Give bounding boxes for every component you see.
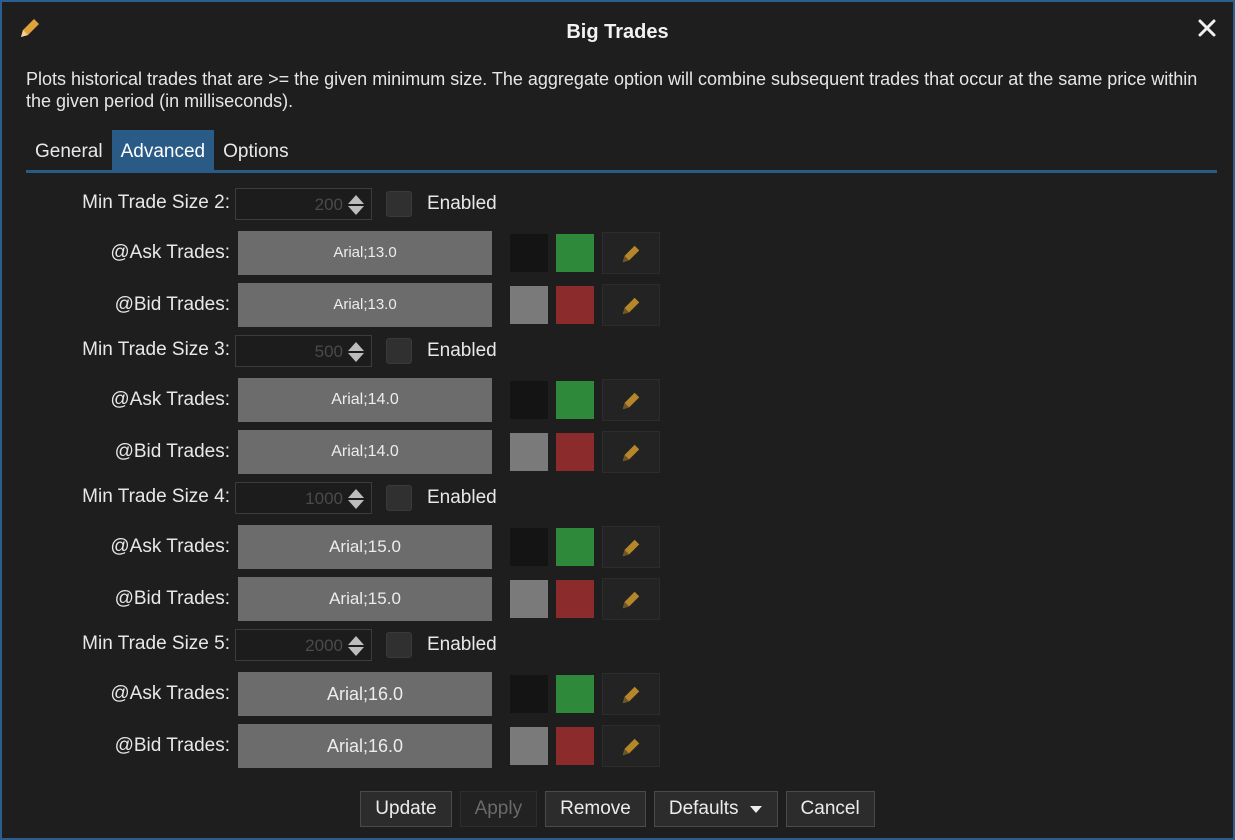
bid-font-selector[interactable]: Arial;15.0 [238, 577, 492, 621]
ask-edit-button[interactable] [602, 232, 660, 274]
enabled-checkbox[interactable] [386, 338, 412, 364]
bid-background-color-swatch[interactable] [510, 580, 548, 618]
min-trade-size-label: Min Trade Size 5: [82, 633, 230, 654]
min-trade-size-label: Min Trade Size 2: [82, 192, 230, 213]
pencil-icon [622, 444, 640, 462]
bid-background-color-swatch[interactable] [510, 433, 548, 471]
caret-down-icon [749, 806, 762, 813]
pencil-icon [622, 591, 640, 609]
ask-text-color-swatch[interactable] [556, 528, 594, 566]
bid-edit-button[interactable] [602, 578, 660, 620]
ask-trades-label: @Ask Trades: [110, 242, 230, 263]
bid-background-color-swatch[interactable] [510, 727, 548, 765]
tab-underline [26, 170, 1217, 173]
enabled-checkbox[interactable] [386, 191, 412, 217]
bid-font-selector[interactable]: Arial;16.0 [238, 724, 492, 768]
ask-edit-button[interactable] [602, 379, 660, 421]
ask-trades-label: @Ask Trades: [110, 389, 230, 410]
update-button[interactable]: Update [360, 791, 452, 827]
ask-text-color-swatch[interactable] [556, 381, 594, 419]
ask-font-selector[interactable]: Arial;14.0 [238, 378, 492, 422]
cancel-button[interactable]: Cancel [785, 791, 875, 827]
min-trade-size-value: 200 [314, 195, 343, 214]
tab-advanced[interactable]: Advanced [111, 130, 215, 172]
ask-edit-button[interactable] [602, 526, 660, 568]
min-trade-size-spinner[interactable]: 500 [235, 335, 372, 367]
pencil-icon [622, 297, 640, 315]
bid-text-color-swatch[interactable] [556, 727, 594, 765]
pencil-icon [622, 539, 640, 557]
bid-trades-label: @Bid Trades: [114, 441, 230, 462]
dialog-title: Big Trades [566, 21, 669, 43]
min-trade-size-value: 2000 [305, 636, 343, 655]
bid-text-color-swatch[interactable] [556, 286, 594, 324]
ask-text-color-swatch[interactable] [556, 675, 594, 713]
ask-background-color-swatch[interactable] [510, 528, 548, 566]
min-trade-size-label: Min Trade Size 4: [82, 486, 230, 507]
ask-background-color-swatch[interactable] [510, 675, 548, 713]
ask-text-color-swatch[interactable] [556, 234, 594, 272]
ask-trades-label: @Ask Trades: [110, 683, 230, 704]
bid-text-color-swatch[interactable] [556, 580, 594, 618]
up-down-arrows-icon[interactable] [347, 488, 365, 510]
up-down-arrows-icon[interactable] [347, 341, 365, 363]
bid-edit-button[interactable] [602, 431, 660, 473]
pencil-icon [622, 245, 640, 263]
pencil-icon [622, 392, 640, 410]
pencil-icon [622, 686, 640, 704]
up-down-arrows-icon[interactable] [347, 194, 365, 216]
bid-trades-label: @Bid Trades: [114, 588, 230, 609]
bid-background-color-swatch[interactable] [510, 286, 548, 324]
tab-options[interactable]: Options [214, 130, 297, 172]
bid-font-selector[interactable]: Arial;14.0 [238, 430, 492, 474]
defaults-button[interactable]: Defaults [653, 791, 778, 827]
big-trades-dialog: Big Trades Plots historical trades that … [0, 0, 1235, 840]
enabled-checkbox[interactable] [386, 632, 412, 658]
enabled-label: Enabled [427, 634, 497, 655]
remove-button[interactable]: Remove [545, 791, 646, 827]
ask-trades-label: @Ask Trades: [110, 536, 230, 557]
dialog-footer: Update Apply Remove Defaults Cancel [2, 791, 1233, 827]
min-trade-size-spinner[interactable]: 1000 [235, 482, 372, 514]
ask-edit-button[interactable] [602, 673, 660, 715]
ask-background-color-swatch[interactable] [510, 381, 548, 419]
enabled-checkbox[interactable] [386, 485, 412, 511]
tab-general[interactable]: General [26, 130, 112, 172]
dialog-description: Plots historical trades that are >= the … [26, 69, 1198, 111]
min-trade-size-label: Min Trade Size 3: [82, 339, 230, 360]
bid-trades-label: @Bid Trades: [114, 735, 230, 756]
tab-bar: General Advanced Options [26, 130, 298, 172]
defaults-label: Defaults [668, 798, 739, 819]
ask-font-selector[interactable]: Arial;15.0 [238, 525, 492, 569]
up-down-arrows-icon[interactable] [347, 635, 365, 657]
enabled-label: Enabled [427, 340, 497, 361]
min-trade-size-spinner[interactable]: 200 [235, 188, 372, 220]
apply-button[interactable]: Apply [459, 791, 538, 827]
bid-text-color-swatch[interactable] [556, 433, 594, 471]
enabled-label: Enabled [427, 193, 497, 214]
bid-edit-button[interactable] [602, 284, 660, 326]
pencil-icon [622, 738, 640, 756]
title-bar[interactable]: Big Trades [2, 2, 1233, 58]
enabled-label: Enabled [427, 487, 497, 508]
ask-background-color-swatch[interactable] [510, 234, 548, 272]
min-trade-size-value: 1000 [305, 489, 343, 508]
ask-font-selector[interactable]: Arial;13.0 [238, 231, 492, 275]
bid-font-selector[interactable]: Arial;13.0 [238, 283, 492, 327]
bid-edit-button[interactable] [602, 725, 660, 767]
min-trade-size-value: 500 [314, 342, 343, 361]
close-icon[interactable] [1195, 16, 1219, 40]
bid-trades-label: @Bid Trades: [114, 294, 230, 315]
ask-font-selector[interactable]: Arial;16.0 [238, 672, 492, 716]
min-trade-size-spinner[interactable]: 2000 [235, 629, 372, 661]
